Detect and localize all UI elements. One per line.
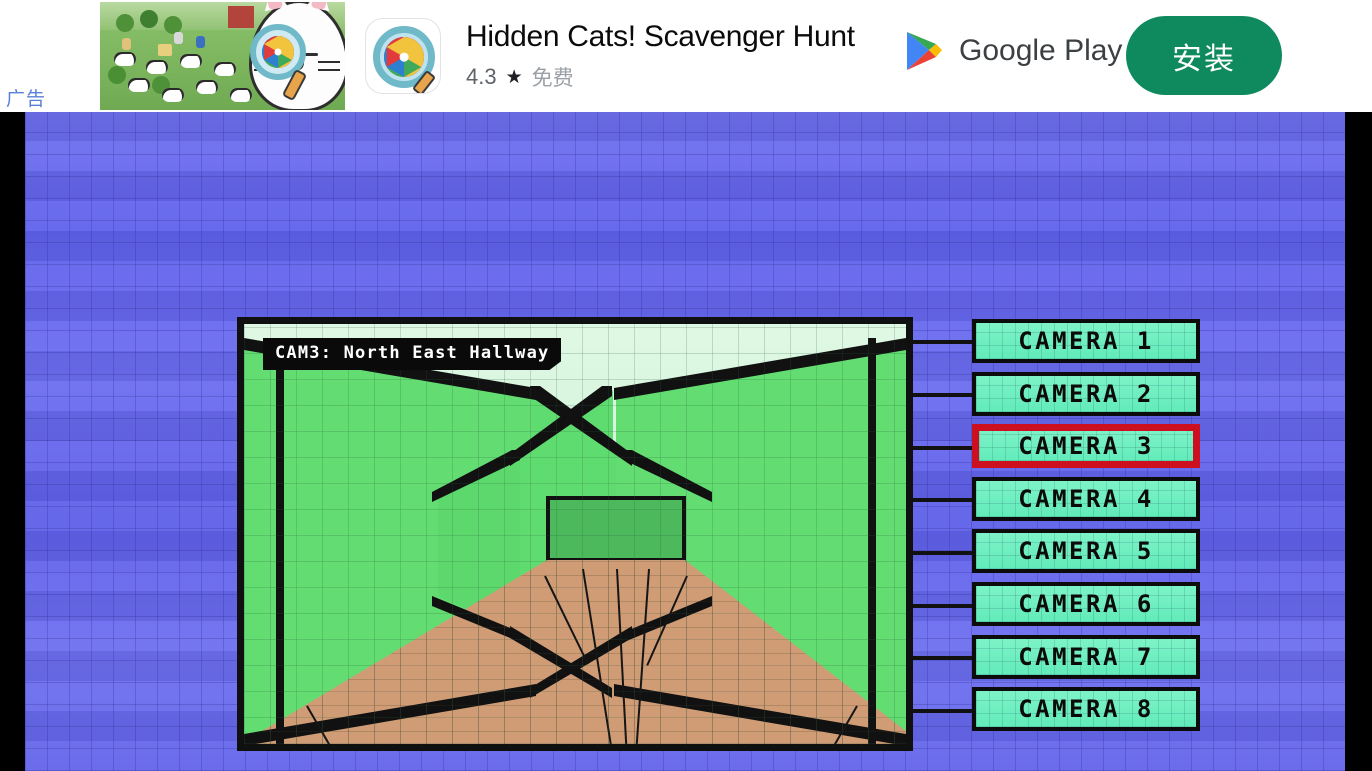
camera-button-7[interactable]: CAMERA 7: [972, 634, 1200, 679]
camera-row-6: CAMERA 6: [972, 581, 1204, 635]
camera-button-5-label: CAMERA 5: [1018, 537, 1154, 566]
ad-text-block: Hidden Cats! Scavenger Hunt 4.3 ★ 免费: [466, 20, 855, 92]
ad-app-title: Hidden Cats! Scavenger Hunt: [466, 20, 855, 53]
google-play-label: Google Play: [959, 34, 1123, 67]
ad-price-label: 免费: [531, 66, 574, 90]
camera-row-2: CAMERA 2: [972, 371, 1204, 425]
camera-feed-view: CAM3: North East Hallway: [237, 317, 913, 751]
camera-row-3: CAMERA 3: [972, 424, 1204, 477]
camera-row-5: CAMERA 5: [972, 529, 1204, 582]
connector-line-8: [913, 709, 972, 713]
camera-button-2[interactable]: CAMERA 2: [972, 371, 1200, 416]
camera-button-4[interactable]: CAMERA 4: [972, 476, 1200, 521]
connector-line-5: [913, 551, 972, 555]
ad-rating-value: 4.3: [466, 64, 497, 89]
camera-button-8[interactable]: CAMERA 8: [972, 687, 1200, 732]
camera-button-8-label: CAMERA 8: [1018, 695, 1154, 724]
camera-selector-list: CAMERA 1 CAMERA 2 CAMERA 3 CAMERA 4 CAME…: [972, 319, 1204, 740]
camera-button-7-label: CAMERA 7: [1018, 642, 1154, 671]
camera-label-banner: CAM3: North East Hallway: [263, 338, 562, 370]
camera-button-5[interactable]: CAMERA 5: [972, 529, 1200, 574]
install-button[interactable]: 安装: [1126, 16, 1282, 95]
camera-row-1: CAMERA 1: [972, 319, 1204, 372]
camera-button-2-label: CAMERA 2: [1018, 379, 1154, 408]
camera-row-7: CAMERA 7: [972, 634, 1204, 688]
connector-line-4: [913, 498, 972, 502]
graph-paper-background: CAM3: North East Hallway CAMERA 1 CAMERA…: [25, 112, 1345, 771]
connector-line-2: [913, 393, 972, 397]
ad-hero-screenshot: [100, 2, 345, 110]
camera-button-4-label: CAMERA 4: [1018, 484, 1154, 513]
camera-button-1[interactable]: CAMERA 1: [972, 319, 1200, 363]
camera-button-6-label: CAMERA 6: [1018, 589, 1154, 618]
ad-disclosure-label: 广告: [6, 88, 47, 110]
camera-button-3-label: CAMERA 3: [1018, 432, 1154, 461]
google-play-branding: Google Play: [905, 30, 1122, 72]
game-stage: CAM3: North East Hallway CAMERA 1 CAMERA…: [0, 112, 1372, 771]
connector-line-6: [913, 604, 972, 608]
camera-button-3[interactable]: CAMERA 3: [972, 424, 1200, 469]
camera-row-4: CAMERA 4: [972, 476, 1204, 530]
camera-button-6[interactable]: CAMERA 6: [972, 581, 1200, 626]
connector-line-1: [913, 340, 972, 344]
star-icon: ★: [505, 66, 523, 88]
camera-row-8: CAMERA 8: [972, 687, 1204, 740]
camera-button-1-label: CAMERA 1: [1018, 327, 1154, 355]
google-play-ad-banner[interactable]: 广告 Hidden Cats! Scavenger Hunt 4.3 ★ 免费 …: [0, 0, 1372, 112]
connector-line-3: [913, 446, 972, 450]
connector-line-7: [913, 656, 972, 660]
far-wall: [546, 496, 686, 562]
google-play-icon: [905, 30, 943, 72]
app-icon: [365, 18, 441, 94]
